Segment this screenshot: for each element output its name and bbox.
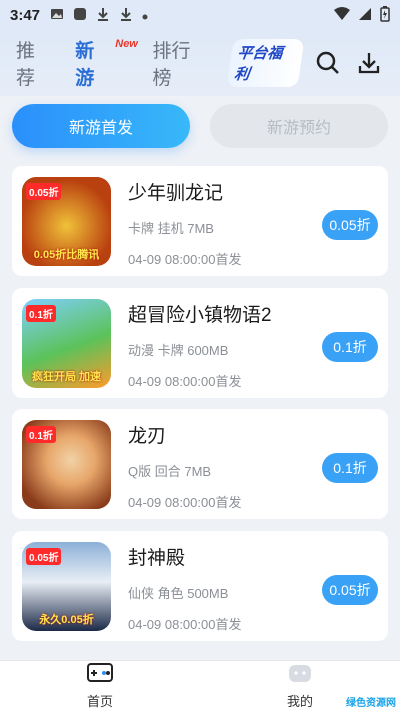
gallery-icon: [50, 7, 64, 24]
thumbnail-text: 永久0.05折: [39, 613, 94, 626]
download-icon: [96, 7, 110, 24]
nav-home-label: 首页: [86, 694, 113, 709]
nav-home[interactable]: 首页: [0, 661, 200, 711]
app-notification-icon: [73, 7, 87, 24]
tab-new-games-label: 新游: [75, 41, 95, 89]
profile-icon: [286, 662, 314, 691]
discount-tag: 0.1折: [26, 426, 56, 443]
segment-new-release[interactable]: 新游首发: [12, 104, 190, 148]
release-date: 04-09 08:00:00首发: [128, 495, 242, 510]
discount-tag: 0.05折: [26, 183, 62, 200]
download-icon: [119, 7, 133, 24]
discount-tag: 0.05折: [26, 547, 62, 565]
game-meta: 卡牌 挂机 7MB: [128, 221, 214, 236]
tab-ranking[interactable]: 排行榜: [153, 36, 209, 90]
status-time: 3:47: [10, 6, 41, 24]
tab-new-games[interactable]: 新游 New: [75, 36, 138, 90]
game-thumbnail: 0.1折: [22, 420, 111, 509]
segment-reservation[interactable]: 新游预约: [210, 104, 388, 148]
watermark: 绿色资源网: [346, 698, 396, 709]
game-meta: Q版 回合 7MB: [128, 464, 212, 479]
game-list: 0.05折 0.05折比腾讯 少年驯龙记 卡牌 挂机 7MB 04-09 08:…: [12, 166, 388, 652]
search-icon[interactable]: [313, 48, 342, 78]
top-nav: 推荐 新游 New 排行榜 平台福利: [0, 30, 400, 96]
discount-button[interactable]: 0.1折: [322, 331, 378, 362]
game-meta: 仙侠 角色 500MB: [128, 585, 229, 601]
discount-tag: 0.1折: [26, 304, 56, 322]
game-name: 封神殿: [128, 547, 186, 569]
platform-welfare-button[interactable]: 平台福利: [227, 39, 305, 87]
tab-recommend[interactable]: 推荐: [16, 36, 53, 90]
game-name: 龙刃: [128, 426, 167, 447]
list-item[interactable]: 0.1折 龙刃 Q版 回合 7MB 04-09 08:00:00首发 0.1折: [12, 409, 388, 519]
list-item[interactable]: 0.05折 0.05折比腾讯 少年驯龙记 卡牌 挂机 7MB 04-09 08:…: [12, 166, 388, 276]
download-manager-icon[interactable]: [355, 48, 384, 78]
release-date: 04-09 08:00:00首发: [128, 252, 242, 267]
list-item[interactable]: 0.1折 疯狂开局 加速 超冒险小镇物语2 动漫 卡牌 600MB 04-09 …: [12, 287, 388, 398]
release-date: 04-09 08:00:00首发: [128, 373, 242, 389]
game-name: 少年驯龙记: [128, 183, 224, 204]
nav-mine-label: 我的: [286, 694, 313, 709]
battery-icon: [380, 5, 390, 25]
signal-icon: [358, 7, 372, 24]
game-thumbnail: 0.1折 疯狂开局 加速: [22, 298, 111, 388]
new-badge: New: [115, 38, 138, 50]
discount-button[interactable]: 0.05折: [322, 210, 378, 240]
gamepad-icon: [86, 662, 114, 691]
release-date: 04-09 08:00:00首发: [128, 616, 242, 632]
bottom-nav: 首页 我的 绿色资源网: [0, 660, 400, 711]
dot-icon: [142, 7, 148, 23]
discount-button[interactable]: 0.1折: [322, 453, 378, 483]
game-thumbnail: 0.05折 0.05折比腾讯: [22, 177, 111, 266]
discount-button[interactable]: 0.05折: [322, 574, 378, 605]
game-thumbnail: 0.05折 永久0.05折: [22, 541, 111, 631]
list-item[interactable]: 0.05折 永久0.05折 封神殿 仙侠 角色 500MB 04-09 08:0…: [12, 530, 388, 641]
thumbnail-text: 疯狂开局 加速: [31, 370, 102, 383]
game-name: 超冒险小镇物语2: [128, 304, 272, 326]
release-segment: 新游首发 新游预约: [12, 104, 388, 148]
thumbnail-text: 0.05折比腾讯: [33, 249, 100, 261]
status-bar: 3:47: [0, 0, 400, 30]
wifi-icon: [334, 6, 350, 24]
game-meta: 动漫 卡牌 600MB: [128, 342, 229, 358]
